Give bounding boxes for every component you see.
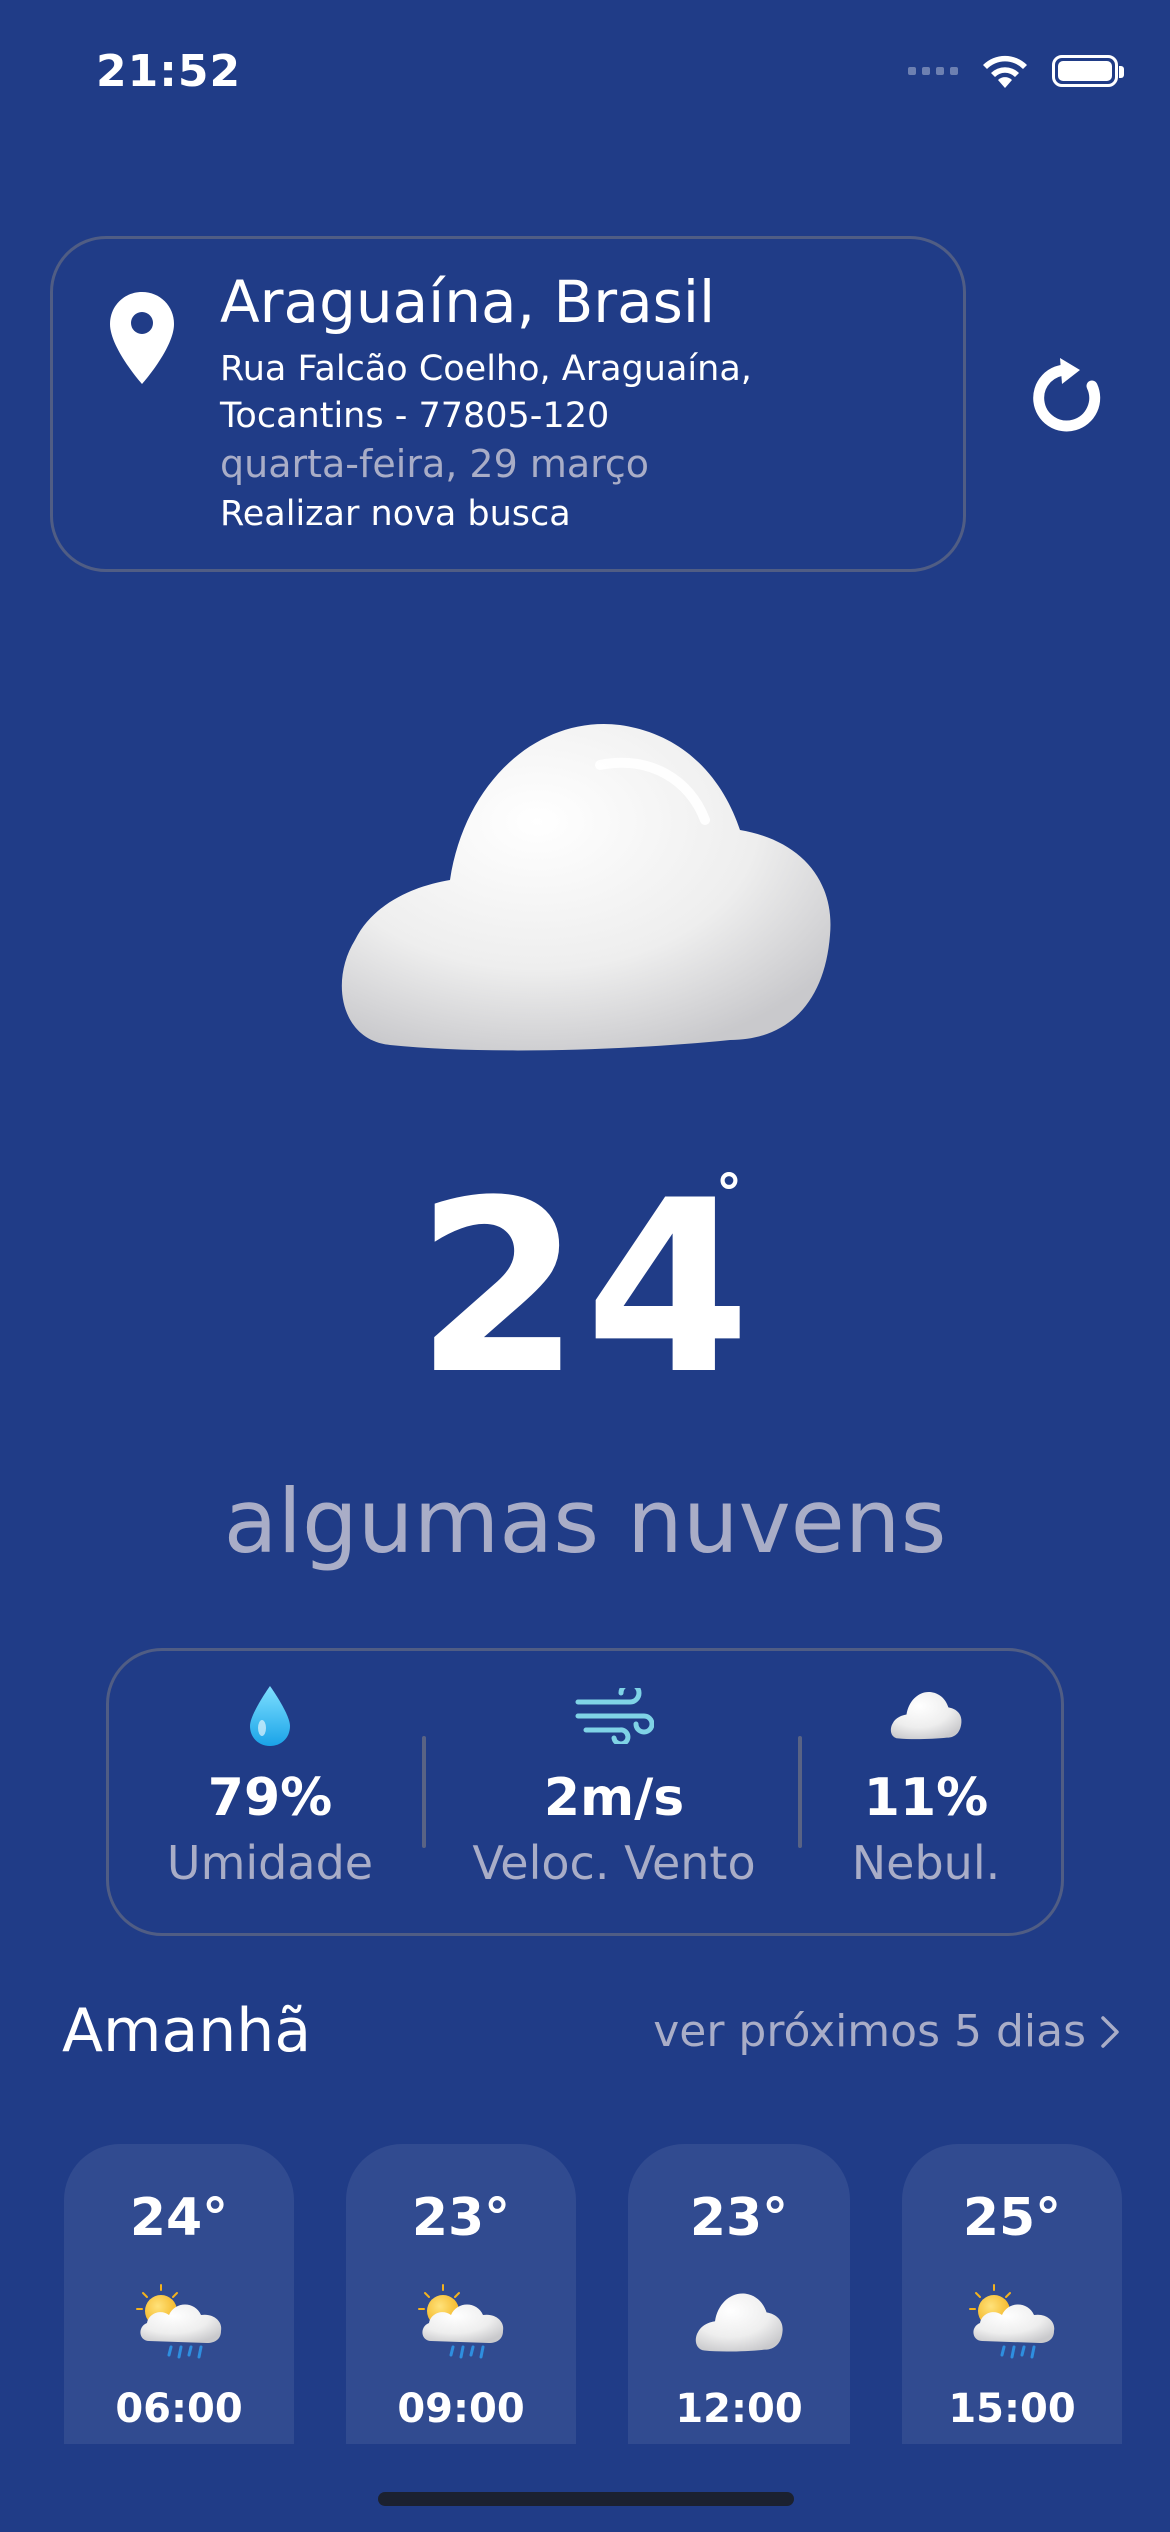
new-search-link[interactable]: Realizar nova busca	[220, 494, 571, 534]
wind-stat: 2m/s Veloc. Vento	[464, 1680, 764, 1890]
next-5-days-link[interactable]: ver próximos 5 dias	[653, 2006, 1120, 2057]
cellular-signal-icon	[908, 67, 958, 75]
weather-description: algumas nuvens	[223, 1470, 947, 1573]
wind-speed-label: Veloc. Vento	[472, 1836, 756, 1890]
humidity-label: Umidade	[166, 1836, 374, 1890]
hourly-forecast-card[interactable]: 23° 12:00	[628, 2144, 850, 2444]
cloudiness-label: Nebul.	[851, 1836, 1001, 1890]
humidity-value: 79%	[207, 1768, 333, 1828]
hour-time: 12:00	[675, 2386, 803, 2432]
location-address: Rua Falcão Coelho, Araguaína, Tocantins …	[220, 349, 752, 436]
stats-divider	[422, 1736, 426, 1848]
hourly-forecast-card[interactable]: 25° 15:00	[902, 2144, 1122, 2444]
status-time: 21:52	[96, 46, 242, 97]
chevron-right-icon	[1101, 2015, 1119, 2048]
wind-speed-value: 2m/s	[543, 1768, 685, 1828]
battery-icon	[1052, 55, 1124, 87]
hour-temperature: 25°	[962, 2188, 1062, 2248]
wifi-icon	[983, 55, 1027, 88]
home-indicator[interactable]	[378, 2492, 794, 2506]
tomorrow-title: Amanhã	[62, 1996, 312, 2066]
hour-time: 09:00	[397, 2386, 525, 2432]
cloudiness-stat: 11% Nebul.	[776, 1680, 1076, 1890]
location-city: Araguaína, Brasil	[220, 268, 716, 336]
cloud-icon	[341, 723, 831, 1051]
hour-temperature: 23°	[411, 2188, 511, 2248]
degree-symbol: °	[716, 1164, 742, 1224]
location-pin-icon	[110, 292, 174, 384]
hour-time: 06:00	[115, 2386, 243, 2432]
cloud-icon	[890, 1692, 962, 1740]
current-date: quarta-feira, 29 março	[220, 442, 650, 486]
cloud-icon	[695, 2293, 783, 2352]
hour-time: 15:00	[948, 2386, 1076, 2432]
hourly-forecast-card[interactable]: 23° 09:00	[346, 2144, 576, 2444]
hour-temperature: 24°	[129, 2188, 229, 2248]
next-5-days-label: ver próximos 5 dias	[653, 2006, 1086, 2057]
status-icons	[908, 52, 1124, 90]
hour-temperature: 23°	[689, 2188, 789, 2248]
refresh-icon[interactable]	[1026, 356, 1110, 440]
sun-cloud-rain-icon	[136, 2284, 222, 2359]
sun-cloud-rain-icon	[418, 2284, 504, 2359]
cloudiness-value: 11%	[863, 1768, 989, 1828]
water-drop-icon	[250, 1686, 290, 1746]
hourly-forecast-card[interactable]: 24° 06:00	[64, 2144, 294, 2444]
current-temperature: 24	[415, 1150, 755, 1427]
sun-cloud-rain-icon	[969, 2284, 1055, 2359]
wind-icon	[575, 1688, 654, 1744]
humidity-stat: 79% Umidade	[120, 1680, 420, 1890]
